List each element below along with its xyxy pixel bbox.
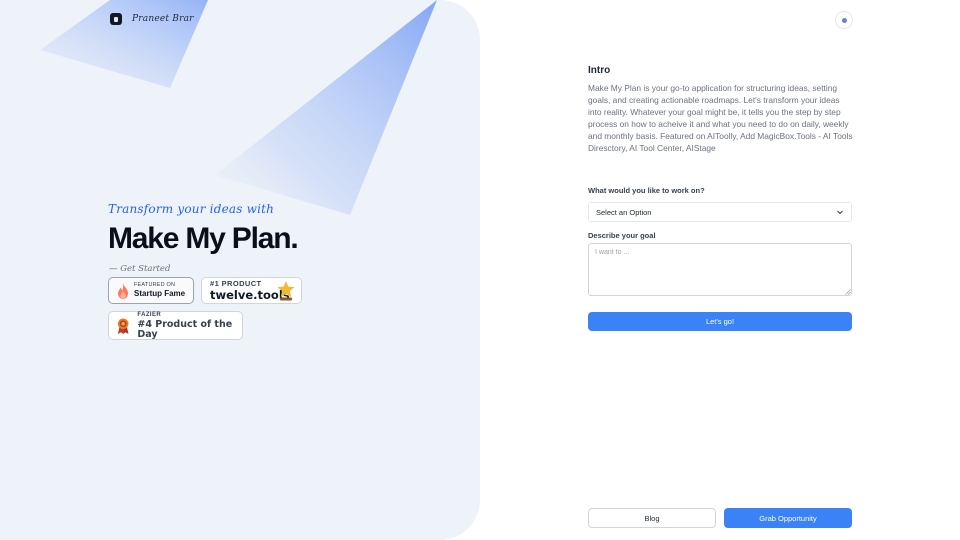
fazier-label: FAZIER <box>137 312 162 318</box>
hero-tagline: Transform your ideas with <box>108 202 275 216</box>
chevron-down-icon <box>837 210 843 215</box>
brand-name: Praneet Brar <box>132 14 194 24</box>
theme-toggle-button[interactable] <box>835 11 853 29</box>
startup-fame-name: Startup Fame <box>134 288 186 298</box>
blog-button[interactable]: Blog <box>588 508 716 528</box>
hero-title: Make My Plan. <box>108 222 299 255</box>
intro-body: Make My Plan is your go-to application f… <box>588 83 853 153</box>
hero-panel: Praneet Brar Transform your ideas with M… <box>0 0 480 540</box>
fazier-rank: #4 Product of the Day <box>137 319 233 340</box>
get-started-link[interactable]: — Get Started <box>109 264 170 274</box>
fazier-badge[interactable]: FAZIER #4 Product of the Day <box>108 311 243 340</box>
flame-icon <box>118 282 128 299</box>
startup-fame-badge[interactable]: FEATURED ON Startup Fame <box>108 277 194 304</box>
work-on-label: What would you like to work on? <box>588 186 705 195</box>
brand[interactable]: Praneet Brar <box>110 13 194 25</box>
intro-heading: Intro <box>588 65 611 76</box>
sun-icon <box>841 17 847 23</box>
twelve-tools-badge[interactable]: #1 PRODUCT twelve.tools <box>201 277 302 304</box>
work-on-select-value: Select an Option <box>596 207 652 217</box>
ribbon-medal-icon <box>117 317 129 334</box>
startup-fame-small: FEATURED ON <box>134 282 176 289</box>
lets-go-button[interactable]: Let's go! <box>588 312 852 331</box>
goal-textarea[interactable] <box>588 243 852 296</box>
resize-handle-icon[interactable] <box>845 289 851 295</box>
goal-label: Describe your goal <box>588 231 656 240</box>
star-trophy-icon <box>277 281 295 301</box>
brand-logo-icon <box>110 13 122 25</box>
grab-opportunity-button[interactable]: Grab Opportunity <box>724 508 852 528</box>
light-beam-decoration <box>40 0 437 215</box>
work-on-select[interactable]: Select an Option <box>588 202 852 222</box>
